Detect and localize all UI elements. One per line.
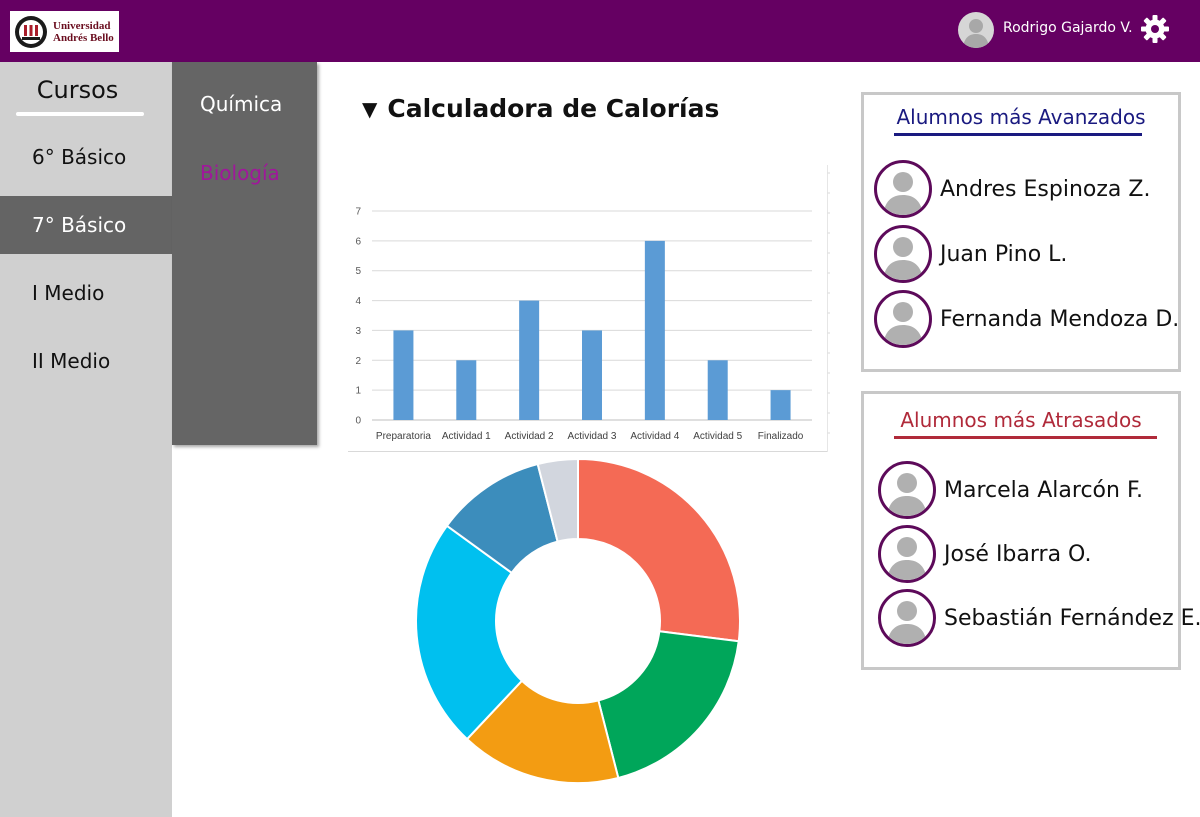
user-avatar-icon[interactable]: [958, 12, 994, 48]
bar: [582, 330, 602, 420]
donut-slice: [597, 630, 740, 780]
bar: [707, 360, 728, 420]
x-tick-label: Actividad 3: [568, 431, 617, 442]
university-seal-icon: [15, 15, 47, 48]
bar: [456, 360, 477, 420]
student-name: José Ibarra O.: [944, 541, 1092, 567]
course-sidebar: Cursos 6° Básico 7° Básico I Medio II Me…: [0, 62, 172, 817]
bar: [519, 300, 540, 420]
logo-line-1: Universidad: [53, 19, 111, 32]
advanced-card-title: Alumnos más Avanzados: [896, 105, 1146, 129]
caret-down-icon[interactable]: ▼: [362, 97, 377, 121]
student-avatar-icon: [878, 461, 936, 519]
student-behind-3[interactable]: Sebastián Fernández E.: [878, 589, 1200, 647]
x-tick-label: Actividad 4: [630, 431, 679, 442]
sidebar-item-i-medio[interactable]: I Medio: [0, 264, 172, 322]
main-heading[interactable]: ▼ Calculadora de Calorías: [362, 94, 719, 123]
activity-bar-chart: 0 1 2 3 4 5 6 7 Preparatoria Actividad 1 Actividad…: [348, 165, 830, 452]
y-tick-label: 7: [355, 207, 361, 218]
sidebar-item-7-basico[interactable]: 7° Básico: [0, 196, 172, 254]
subject-biologia[interactable]: Biología: [200, 161, 280, 185]
y-tick-label: 4: [355, 296, 361, 307]
advanced-students-card: Alumnos más Avanzados Andres Espinoza Z.…: [861, 92, 1181, 372]
behind-students-card: Alumnos más Atrasados Marcela Alarcón F.…: [861, 391, 1200, 670]
student-avatar-icon: [874, 225, 932, 283]
logo-line-2: Andrés Bello: [53, 31, 114, 44]
student-advanced-1[interactable]: Andres Espinoza Z.: [874, 160, 1150, 218]
gear-icon[interactable]: [1140, 14, 1170, 44]
student-behind-1[interactable]: Marcela Alarcón F.: [878, 461, 1143, 519]
bar: [770, 390, 791, 420]
sidebar-item-6-basico[interactable]: 6° Básico: [0, 128, 172, 186]
logo-text: Universidad Andrés Bello: [53, 20, 114, 44]
x-tick-label: Finalizado: [758, 431, 804, 442]
subjects-panel: Química Biología: [172, 62, 317, 445]
top-bar: Universidad Andrés Bello Rodrigo Gajardo…: [0, 0, 1200, 62]
sidebar-title: Cursos: [36, 76, 119, 104]
user-name[interactable]: Rodrigo Gajardo V.: [1003, 20, 1133, 36]
sidebar-title-underline: [16, 112, 144, 116]
student-name: Marcela Alarcón F.: [944, 477, 1144, 503]
page-title: Calculadora de Calorías: [387, 94, 720, 123]
bar: [393, 330, 414, 420]
app-root: Universidad Andrés Bello Rodrigo Gajardo…: [0, 0, 1200, 817]
student-name: Sebastián Fernández E.: [944, 605, 1200, 631]
student-name: Juan Pino L.: [940, 241, 1068, 267]
y-tick-label: 6: [355, 236, 361, 247]
y-tick-label: 5: [355, 266, 361, 277]
y-tick-label: 1: [355, 386, 361, 397]
student-name: Andres Espinoza Z.: [940, 176, 1151, 202]
student-avatar-icon: [878, 589, 936, 647]
x-tick-label: Preparatoria: [376, 431, 431, 442]
x-tick-label: Actividad 2: [505, 431, 554, 442]
student-advanced-3[interactable]: Fernanda Mendoza D.: [874, 290, 1179, 348]
student-advanced-2[interactable]: Juan Pino L.: [874, 225, 1067, 283]
advanced-card-underline: [894, 133, 1142, 136]
student-avatar-icon: [874, 290, 932, 348]
y-tick-label: 0: [355, 416, 361, 427]
bar: [644, 240, 665, 420]
calorie-donut-chart: [415, 458, 741, 784]
university-logo[interactable]: Universidad Andrés Bello: [10, 11, 119, 52]
subject-quimica[interactable]: Química: [200, 92, 282, 116]
student-avatar-icon: [878, 525, 936, 583]
x-tick-label: Actividad 1: [442, 431, 491, 442]
sidebar-item-ii-medio[interactable]: II Medio: [0, 332, 172, 390]
student-avatar-icon: [874, 160, 932, 218]
behind-card-title: Alumnos más Atrasados: [900, 408, 1142, 432]
behind-card-underline: [894, 436, 1157, 439]
y-tick-label: 3: [355, 326, 361, 337]
donut-slice: [577, 458, 741, 643]
student-behind-2[interactable]: José Ibarra O.: [878, 525, 1091, 583]
y-tick-label: 2: [355, 356, 361, 367]
x-tick-label: Actividad 5: [693, 431, 742, 442]
student-name: Fernanda Mendoza D.: [940, 306, 1180, 332]
